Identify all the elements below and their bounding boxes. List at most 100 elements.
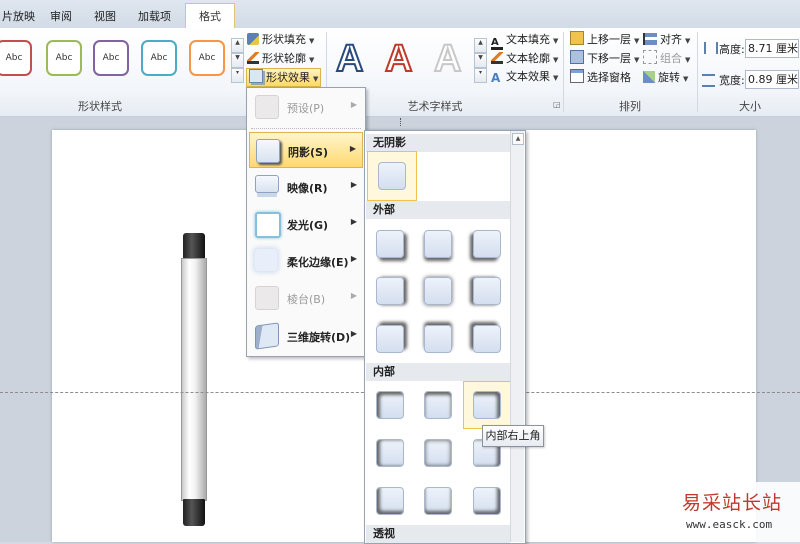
gallery-scrollbar[interactable]: ▲ [510, 131, 524, 542]
shadow-preview [473, 487, 501, 515]
shape-style-swatch[interactable]: Abc [189, 40, 225, 76]
shadow-option-inner[interactable] [414, 429, 462, 477]
tooltip: 内部右上角 [482, 425, 544, 447]
shape-style-swatch[interactable]: Abc [93, 40, 129, 76]
tab-view[interactable]: 视图 [88, 6, 122, 28]
dialog-launcher-icon[interactable]: ◲ [553, 100, 561, 109]
submenu-arrow-icon: ▶ [350, 329, 357, 338]
text-fill-icon: A [491, 38, 503, 50]
submenu-arrow-icon: ▶ [350, 291, 357, 300]
shadow-option-none[interactable] [367, 151, 417, 201]
send-backward-label: 下移一层 [587, 52, 631, 65]
shape-fill-label: 形状填充 [262, 33, 306, 46]
menu-item-reflection[interactable]: 映像(R) ▶ [249, 169, 363, 205]
shadow-option-outer[interactable] [463, 267, 511, 315]
wordart-style-3[interactable]: A [433, 37, 462, 81]
shape-outline-button[interactable]: 形状轮廓 ▼ [247, 50, 314, 67]
shadow-preview [376, 230, 404, 258]
text-fill-button[interactable]: A 文本填充 ▼ [491, 31, 558, 50]
text-outline-button[interactable]: 文本轮廓 ▼ [491, 50, 558, 67]
menu-item-soft-edges[interactable]: 柔化边缘(E) ▶ [249, 243, 363, 279]
shadow-preview [473, 325, 501, 353]
shadow-option-outer[interactable] [414, 267, 462, 315]
shadow-preview [473, 230, 501, 258]
gallery-up-icon[interactable]: ▲ [474, 38, 487, 53]
ruler-marker [400, 118, 405, 126]
group-button[interactable]: 组合 ▼ [643, 50, 690, 67]
pen-body[interactable] [181, 258, 207, 501]
shadow-option-inner-top-right[interactable] [463, 381, 511, 429]
pen-cap-top[interactable] [183, 233, 205, 260]
shadow-preview [473, 277, 501, 305]
shadow-option-inner[interactable] [414, 477, 462, 525]
align-button[interactable]: 对齐 ▼ [643, 31, 690, 48]
menu-item-label: 发光(G) [287, 219, 329, 232]
shadow-option-outer[interactable] [366, 220, 414, 268]
group-label-wordart: 艺术字样式 [407, 100, 463, 113]
gallery-down-icon[interactable]: ▼ [231, 53, 244, 68]
rotate-icon [643, 71, 655, 83]
group-separator [697, 32, 698, 112]
shadow-option-outer[interactable] [366, 315, 414, 363]
shape-style-swatch[interactable]: Abc [46, 40, 82, 76]
tab-slideshow[interactable]: 片放映 [0, 6, 41, 28]
shadow-option-inner[interactable] [414, 381, 462, 429]
shadow-preview [376, 439, 404, 467]
selection-pane-button[interactable]: 选择窗格 [570, 69, 631, 86]
width-input[interactable]: 0.89 厘米 [745, 70, 799, 89]
shadow-option-inner[interactable] [463, 477, 511, 525]
shape-style-swatch[interactable]: Abc [0, 40, 32, 76]
scroll-up-icon[interactable]: ▲ [512, 133, 524, 145]
wordart-style-2[interactable]: A [384, 37, 413, 81]
width-icon [702, 74, 715, 87]
watermark: 易采站长站 www.easck.com [672, 482, 800, 542]
submenu-arrow-icon: ▶ [350, 100, 357, 109]
gallery-more-icon[interactable]: ▾ [231, 68, 244, 83]
tab-addins[interactable]: 加载项 [132, 6, 177, 28]
gallery-up-icon[interactable]: ▲ [231, 38, 244, 53]
group-label-shape-styles: 形状样式 [78, 100, 122, 113]
shadow-option-outer[interactable] [414, 220, 462, 268]
bring-forward-icon [570, 31, 584, 45]
shadow-option-inner[interactable] [366, 381, 414, 429]
bevel-icon [255, 286, 279, 310]
shadow-preview [424, 230, 452, 258]
submenu-arrow-icon: ▶ [350, 217, 357, 226]
shadow-icon [256, 139, 280, 163]
shape-fill-button[interactable]: 形状填充 ▼ [247, 31, 314, 48]
shape-effects-button[interactable]: 形状效果 ▼ [246, 68, 322, 87]
menu-item-glow[interactable]: 发光(G) ▶ [249, 206, 363, 242]
tab-format[interactable]: 格式 [185, 3, 235, 29]
text-outline-label: 文本轮廓 [506, 52, 550, 65]
submenu-arrow-icon: ▶ [350, 180, 357, 189]
pen-cap-bottom[interactable] [183, 499, 205, 526]
shadow-option-inner[interactable] [366, 477, 414, 525]
shadow-option-inner[interactable] [366, 429, 414, 477]
shadow-preview [376, 391, 404, 419]
tab-review[interactable]: 审阅 [44, 6, 78, 28]
group-label-size: 大小 [739, 100, 761, 113]
wordart-style-1[interactable]: A [335, 37, 364, 81]
send-backward-button[interactable]: 下移一层 ▼ [570, 50, 639, 67]
menu-item-shadow[interactable]: 阴影(S) ▶ [249, 132, 363, 168]
shadow-option-outer[interactable] [366, 267, 414, 315]
dropdown-arrow-icon: ▼ [309, 37, 315, 45]
watermark-url: www.easck.com [686, 518, 773, 531]
height-input[interactable]: 8.71 厘米 [745, 39, 799, 58]
shadow-option-outer[interactable] [414, 315, 462, 363]
shadow-gallery: 无阴影 外部 内部 透视 [364, 130, 526, 544]
gallery-down-icon[interactable]: ▼ [474, 53, 487, 68]
rotate-button[interactable]: 旋转 ▼ [643, 69, 688, 86]
shadow-preview [424, 487, 452, 515]
text-effects-button[interactable]: A 文本效果 ▼ [491, 68, 558, 85]
shape-style-swatch[interactable]: Abc [141, 40, 177, 76]
gallery-more-icon[interactable]: ▾ [474, 68, 487, 83]
menu-item-preset[interactable]: 预设(P) ▶ [249, 89, 363, 125]
menu-item-3d-rotation[interactable]: 三维旋转(D) ▶ [249, 318, 363, 354]
shadow-option-outer[interactable] [463, 315, 511, 363]
shadow-option-outer[interactable] [463, 220, 511, 268]
bring-forward-button[interactable]: 上移一层 ▼ [570, 31, 639, 48]
selection-pane-icon [570, 69, 584, 83]
menu-item-bevel[interactable]: 棱台(B) ▶ [249, 280, 363, 316]
height-label: 高度: [719, 43, 745, 56]
